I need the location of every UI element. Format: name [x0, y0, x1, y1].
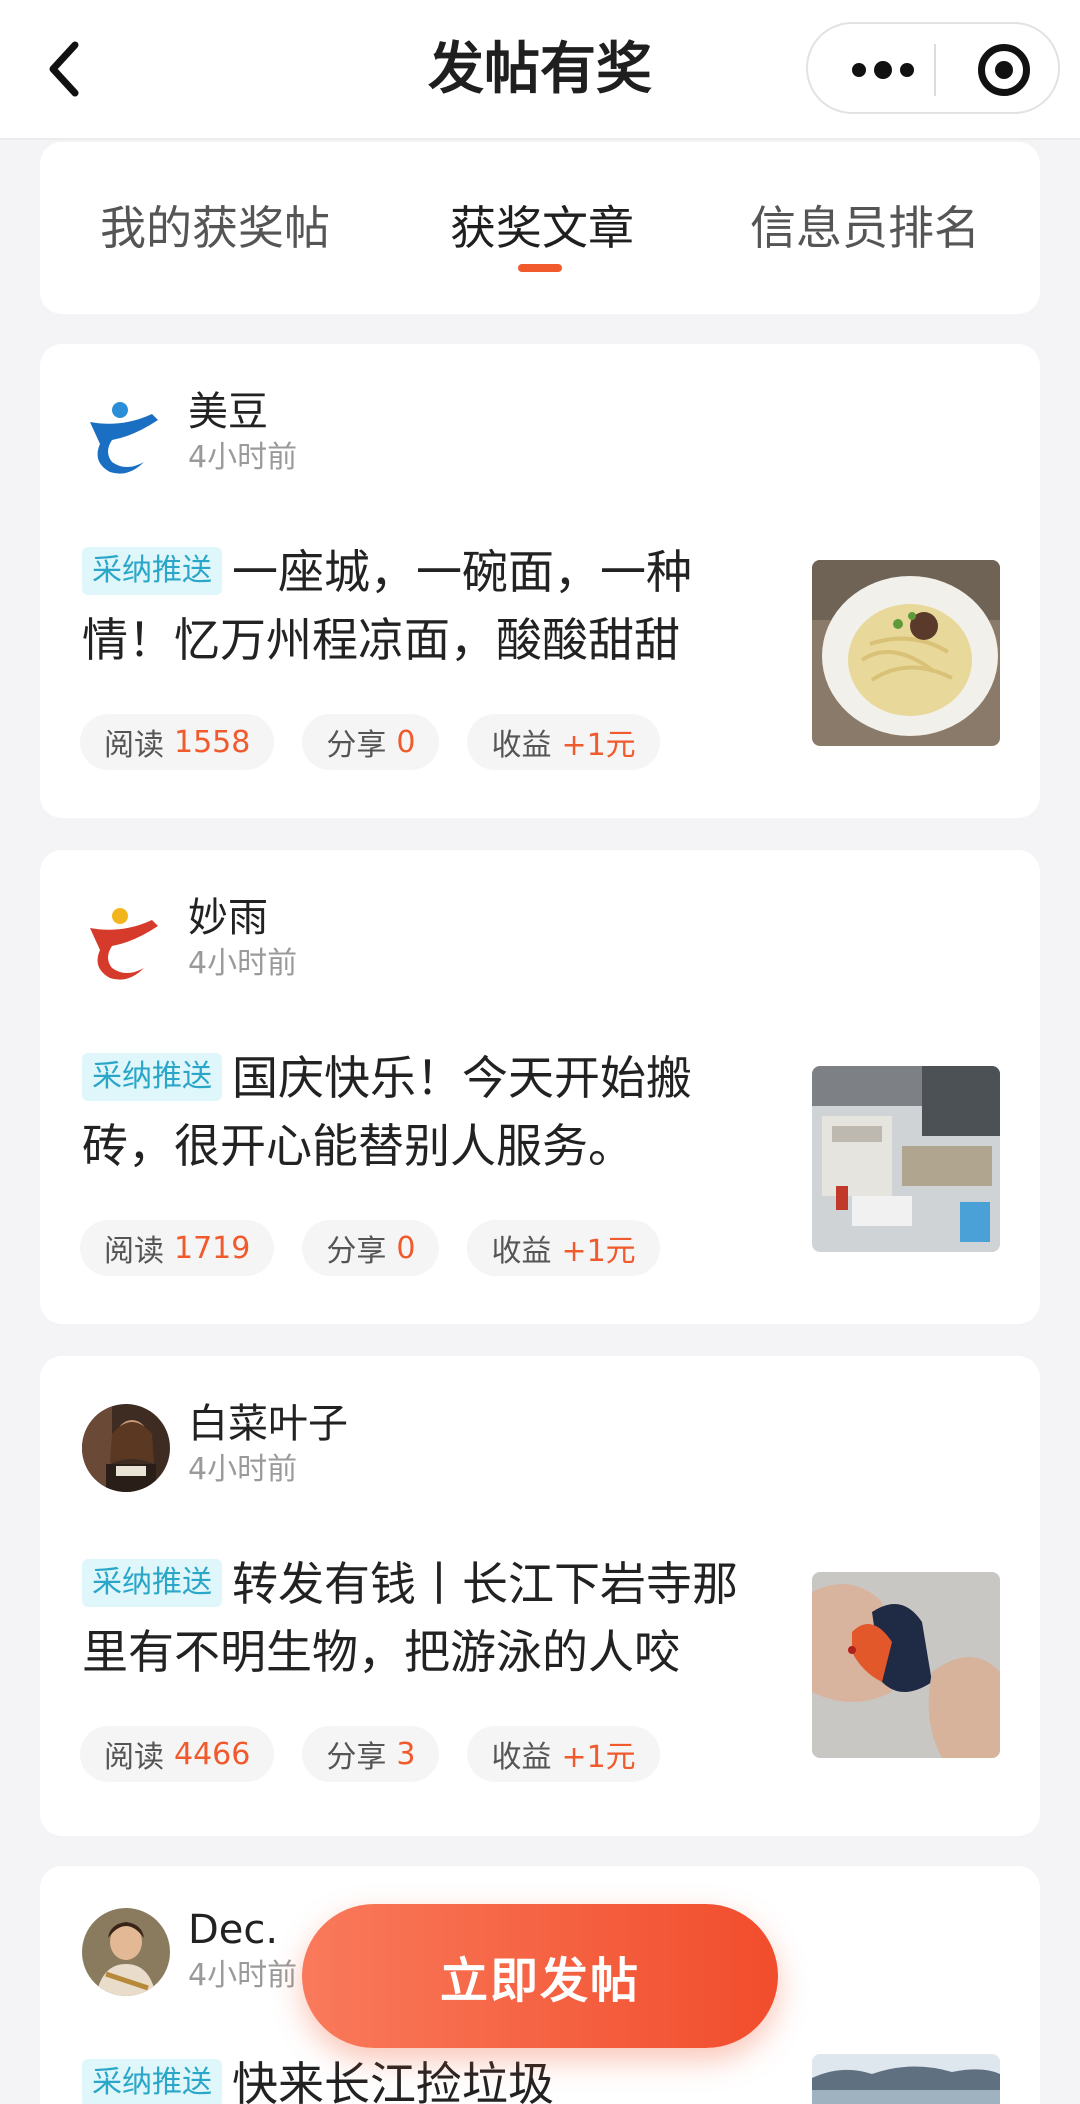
- navigation-bar: 发帖有奖: [0, 0, 1080, 140]
- avatar: [82, 392, 170, 480]
- avatar: [82, 1404, 170, 1492]
- status-badge: 采纳推送: [82, 2059, 222, 2104]
- capsule-divider: [934, 44, 936, 96]
- more-button[interactable]: [838, 40, 928, 100]
- author-name: 妙雨: [188, 895, 268, 941]
- post-card[interactable]: 白菜叶子 4小时前 采纳推送 转发有钱丨长江下岩寺那里有不明生物，把游泳的人咬 阅…: [40, 1356, 1040, 1836]
- post-thumbnail[interactable]: [812, 1066, 1000, 1252]
- avatar: [82, 898, 170, 986]
- post-card[interactable]: 美豆 4小时前 采纳推送 一座城，一碗面，一种情！忆万州程凉面，酸酸甜甜 阅读 15…: [40, 344, 1040, 818]
- earnings: 收益 +1元: [467, 714, 660, 770]
- post-title[interactable]: 采纳推送 快来长江捡垃圾: [82, 2050, 782, 2104]
- active-tab-indicator: [518, 264, 562, 272]
- post-thumbnail[interactable]: [812, 1572, 1000, 1758]
- mini-program-capsule: [806, 22, 1060, 114]
- status-badge: 采纳推送: [82, 1559, 222, 1607]
- more-dots-icon: [852, 63, 866, 77]
- post-title[interactable]: 采纳推送 国庆快乐！今天开始搬砖，很开心能替别人服务。: [82, 1044, 782, 1180]
- avatar: [82, 1908, 170, 1996]
- post-stats: 阅读 1558 分享 0 收益 +1元: [80, 714, 660, 770]
- status-badge: 采纳推送: [82, 1053, 222, 1101]
- post-title-text: 快来长江捡垃圾: [232, 2057, 554, 2104]
- post-time: 4小时前: [188, 1958, 298, 1993]
- post-title[interactable]: 采纳推送 一座城，一碗面，一种情！忆万州程凉面，酸酸甜甜: [82, 538, 782, 674]
- earnings: 收益 +1元: [467, 1726, 660, 1782]
- brand-logo-icon: [82, 392, 170, 480]
- post-time: 4小时前: [188, 1452, 298, 1487]
- read-count: 阅读 1558: [80, 714, 275, 770]
- tab-my-awarded-posts[interactable]: 我的获奖帖: [100, 198, 330, 258]
- share-count: 分享 0: [302, 1220, 440, 1276]
- post-thumbnail[interactable]: [812, 560, 1000, 746]
- noodle-bowl-image: [812, 560, 1000, 746]
- post-card[interactable]: 妙雨 4小时前 采纳推送 国庆快乐！今天开始搬砖，很开心能替别人服务。 阅读 171…: [40, 850, 1040, 1324]
- author-name: Dec.: [188, 1907, 279, 1953]
- post-stats: 阅读 1719 分享 0 收益 +1元: [80, 1220, 660, 1276]
- author-name: 白菜叶子: [188, 1401, 348, 1447]
- post-title[interactable]: 采纳推送 转发有钱丨长江下岩寺那里有不明生物，把游泳的人咬: [82, 1550, 782, 1686]
- river-photo-image: [812, 2054, 1000, 2104]
- brand-logo-icon: [82, 898, 170, 986]
- status-badge: 采纳推送: [82, 547, 222, 595]
- injury-photo-image: [812, 1572, 1000, 1758]
- close-target-icon[interactable]: [978, 44, 1030, 96]
- post-thumbnail[interactable]: [812, 2054, 1000, 2104]
- read-count: 阅读 1719: [80, 1220, 275, 1276]
- earnings: 收益 +1元: [467, 1220, 660, 1276]
- post-stats: 阅读 4466 分享 3 收益 +1元: [80, 1726, 660, 1782]
- author-name: 美豆: [188, 389, 268, 435]
- share-count: 分享 0: [302, 714, 440, 770]
- read-count: 阅读 4466: [80, 1726, 275, 1782]
- publish-post-button[interactable]: 立即发帖: [302, 1904, 778, 2048]
- tab-awarded-articles[interactable]: 获奖文章: [450, 198, 634, 258]
- post-time: 4小时前: [188, 440, 298, 475]
- user-photo-avatar: [82, 1404, 170, 1492]
- office-photo-image: [812, 1066, 1000, 1252]
- share-count: 分享 3: [302, 1726, 440, 1782]
- post-time: 4小时前: [188, 946, 298, 981]
- tab-informant-ranking[interactable]: 信息员排名: [750, 198, 980, 258]
- user-photo-avatar: [82, 1908, 170, 1996]
- tabs-bar: 我的获奖帖 获奖文章 信息员排名: [40, 142, 1040, 314]
